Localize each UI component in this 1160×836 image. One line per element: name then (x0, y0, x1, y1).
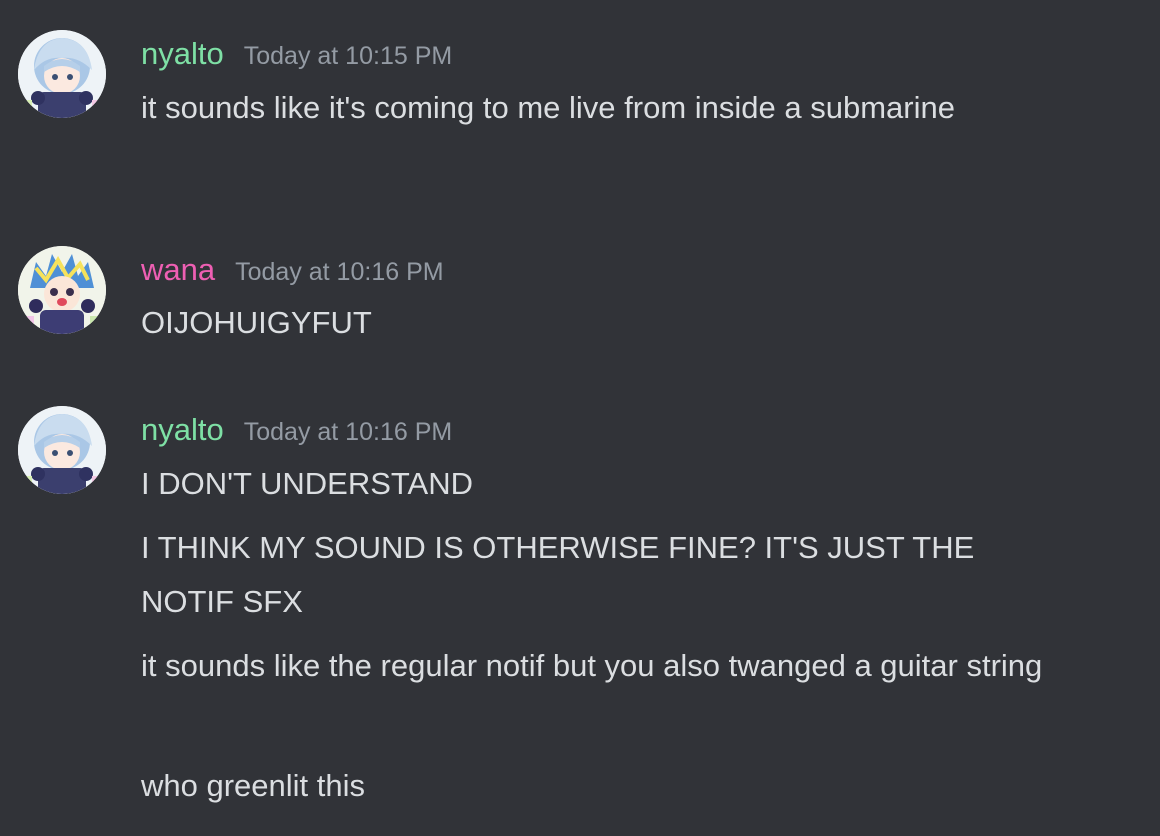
timestamp: Today at 10:16 PM (235, 258, 444, 286)
username[interactable]: wana (141, 252, 215, 288)
message-header: nyalto Today at 10:15 PM (141, 36, 452, 76)
avatar[interactable] (18, 246, 106, 334)
user-avatar-icon (18, 246, 106, 334)
message-text: it sounds like it's coming to me live fr… (141, 90, 955, 125)
message-header: nyalto Today at 10:16 PM (141, 412, 452, 452)
username[interactable]: nyalto (141, 36, 224, 72)
message-header: wana Today at 10:16 PM (141, 252, 444, 292)
timestamp: Today at 10:15 PM (243, 42, 453, 70)
avatar[interactable] (18, 406, 106, 494)
timestamp: Today at 10:16 PM (243, 418, 453, 446)
message-text: OIJOHUIGYFUT (141, 305, 372, 340)
message-text: I THINK MY SOUND IS OTHERWISE FINE? IT'S… (141, 530, 975, 619)
avatar[interactable] (18, 30, 106, 118)
user-avatar-icon (18, 406, 106, 494)
username[interactable]: nyalto (141, 412, 224, 448)
message-text: who greenlit this (141, 768, 366, 803)
message-text: it sounds like the regular notif but you… (141, 648, 1043, 683)
user-avatar-icon (18, 30, 106, 118)
message-text: I DON'T UNDERSTAND (141, 466, 474, 501)
